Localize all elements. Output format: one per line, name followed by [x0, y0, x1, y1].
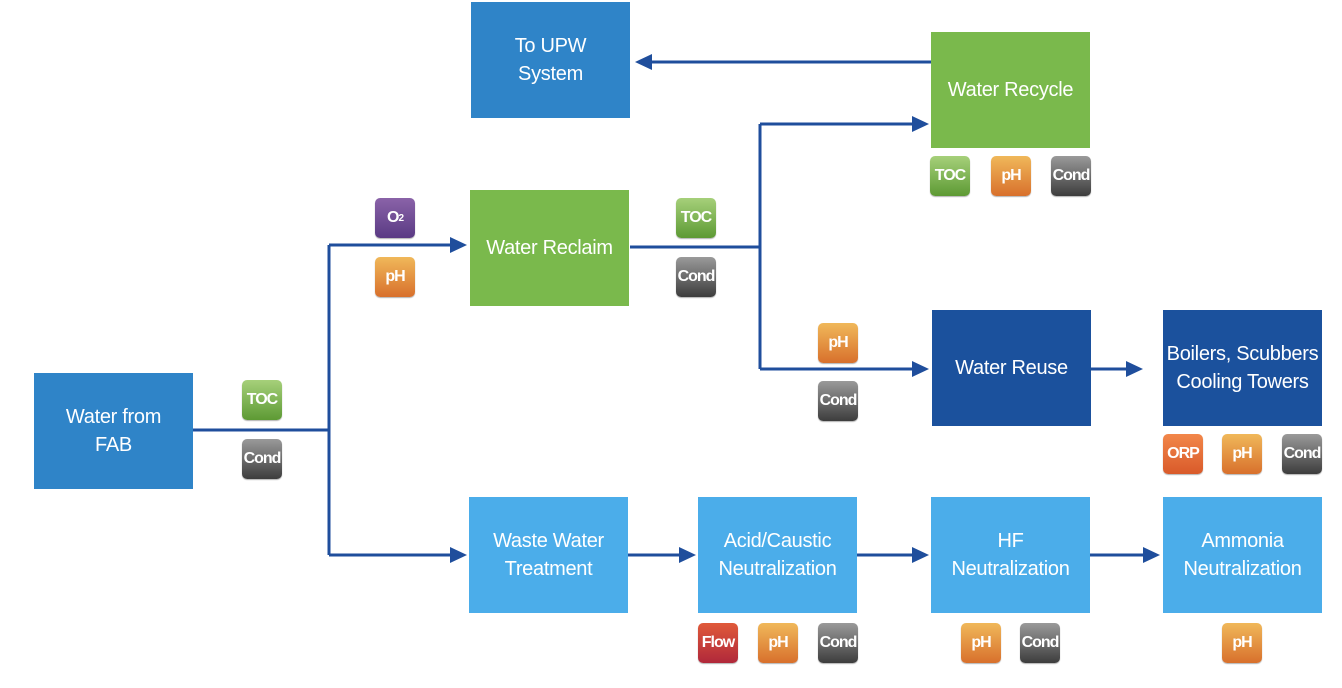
- ph-badge: pH: [1222, 623, 1262, 663]
- ph-badge: pH: [991, 156, 1031, 196]
- boilers-box: Boilers, Scubbers Cooling Towers: [1163, 310, 1322, 426]
- ph-badge: pH: [758, 623, 798, 663]
- o2-label: O: [386, 209, 399, 226]
- water-recycle-box: Water Recycle: [931, 32, 1090, 148]
- acid-caustic-neutralization-box: Acid/Caustic Neutralization: [698, 497, 857, 613]
- toc-badge: TOC: [242, 380, 282, 420]
- waste-water-treatment-box: Waste Water Treatment: [469, 497, 628, 613]
- water-from-fab-box: Water from FAB: [34, 373, 193, 489]
- flow-connectors: [193, 54, 1160, 563]
- o2-subscript: 2: [398, 212, 403, 224]
- flow-badge: Flow: [698, 623, 738, 663]
- ph-badge: pH: [818, 323, 858, 363]
- cond-badge: Cond: [242, 439, 282, 479]
- cond-badge: Cond: [1020, 623, 1060, 663]
- water-reclaim-box: Water Reclaim: [470, 190, 629, 306]
- cond-badge: Cond: [818, 381, 858, 421]
- cond-badge: Cond: [818, 623, 858, 663]
- ammonia-neutralization-box: Ammonia Neutralization: [1163, 497, 1322, 613]
- orp-badge: ORP: [1163, 434, 1203, 474]
- cond-badge: Cond: [1051, 156, 1091, 196]
- ph-badge: pH: [961, 623, 1001, 663]
- toc-badge: TOC: [930, 156, 970, 196]
- water-reuse-box: Water Reuse: [932, 310, 1091, 426]
- cond-badge: Cond: [676, 257, 716, 297]
- hf-neutralization-box: HF Neutralization: [931, 497, 1090, 613]
- cond-badge: Cond: [1282, 434, 1322, 474]
- ph-badge: pH: [1222, 434, 1262, 474]
- o2-badge: O2: [375, 198, 415, 238]
- ph-badge: pH: [375, 257, 415, 297]
- to-upw-system-box: To UPW System: [471, 2, 630, 118]
- toc-badge: TOC: [676, 198, 716, 238]
